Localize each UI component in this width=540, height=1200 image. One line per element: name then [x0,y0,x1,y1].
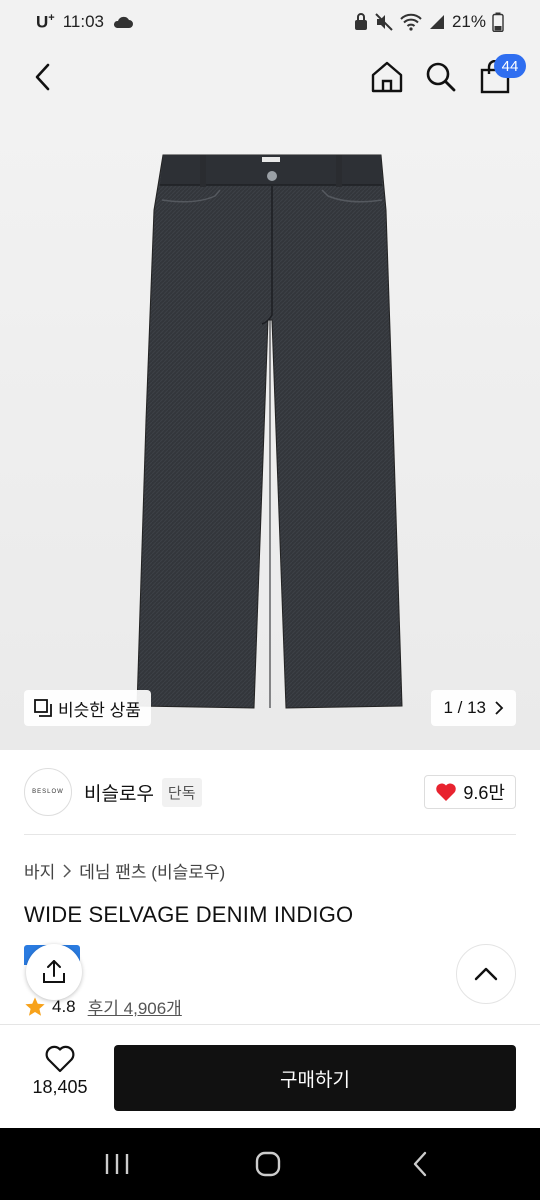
chevron-left-icon [413,1151,427,1177]
search-icon [426,62,456,92]
scroll-to-top-button[interactable] [456,944,516,1004]
review-link[interactable]: 후기 4,906개 [88,994,182,1019]
status-bar: U+ 11:03 21% [0,0,540,44]
wishlist-count: 18,405 [32,1077,88,1097]
breadcrumb-item[interactable]: 데님 팬츠 (비슬로우) [79,858,225,883]
buy-button[interactable]: 구매하기 [114,1045,516,1111]
brand-logo[interactable]: BESLOW [24,768,72,816]
star-icon [25,996,45,1016]
cloud-icon [113,16,133,28]
lock-icon [354,13,367,30]
home-icon [371,61,403,93]
system-nav-bar [0,1128,540,1200]
search-button[interactable] [420,56,462,98]
heart-outline-icon [45,1045,75,1073]
carrier-text: U [36,12,49,32]
breadcrumb-item[interactable]: 바지 [24,858,55,883]
carrier-sup: + [48,11,55,24]
breadcrumb: 바지 데님 팬츠 (비슬로우) [24,858,225,883]
heart-filled-icon [436,783,457,801]
brand-logo-text: BESLOW [32,789,64,795]
home-circle-icon [255,1151,281,1177]
rating-value: 4.8 [52,996,76,1016]
top-nav: 44 [0,44,540,110]
bottom-action-bar: 18,405 구매하기 [0,1024,540,1128]
wifi-icon [400,13,422,31]
home-button[interactable] [366,56,408,98]
page-indicator-text: 1 / 13 [443,698,486,717]
back-button[interactable] [22,56,64,98]
brand-name[interactable]: 비슬로우 [84,779,154,806]
cart-count-badge: 44 [494,54,526,78]
cart-button[interactable]: 44 [474,54,526,98]
denim-pants-image [136,154,403,709]
copy-icon [34,699,52,717]
chevron-up-icon [474,967,498,981]
share-icon [43,960,65,983]
divider [24,834,516,835]
wishlist-button[interactable]: 18,405 [24,1045,96,1098]
chevron-right-icon [63,863,72,878]
status-left: U+ 11:03 [36,12,134,33]
chevron-left-icon [35,63,50,91]
exclusive-badge: 단독 [161,777,202,807]
brand-row: BESLOW 비슬로우 단독 9.6만 [0,750,540,834]
product-image-carousel[interactable]: 비슷한 상품 1 / 13 [0,110,540,750]
back-nav-button[interactable] [400,1146,440,1182]
mute-icon [375,13,393,31]
carrier-label: U+ [36,12,55,33]
battery-icon [492,12,504,32]
similar-products-button[interactable]: 비슷한 상품 [24,690,151,726]
chevron-right-icon [495,701,504,715]
brand-like-count: 9.6만 [463,783,505,803]
recent-apps-icon [105,1154,129,1174]
signal-icon [429,15,444,29]
home-nav-button[interactable] [248,1146,288,1182]
image-page-indicator[interactable]: 1 / 13 [431,690,516,726]
share-button[interactable] [26,944,82,1000]
product-title: WIDE SELVAGE DENIM INDIGO [24,902,354,927]
clock: 11:03 [62,12,104,31]
battery-percent: 21% [451,12,486,31]
similar-products-label: 비슷한 상품 [58,700,141,720]
status-right: 21% [354,12,504,32]
recent-apps-button[interactable] [97,1146,137,1182]
rating-row: 4.8 후기 4,906개 [24,994,182,1019]
brand-like-button[interactable]: 9.6만 [424,775,516,809]
